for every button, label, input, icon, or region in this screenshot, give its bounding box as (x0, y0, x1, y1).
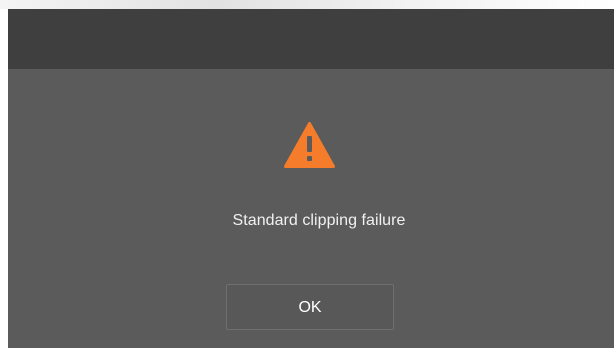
warning-icon (284, 122, 335, 168)
dialog-message: Standard clipping failure (232, 212, 406, 229)
ok-button[interactable]: OK (226, 284, 394, 330)
error-dialog: Standard clipping failure OK (8, 9, 614, 348)
background-window-strip (0, 0, 614, 9)
dialog-title-bar[interactable] (8, 9, 614, 69)
screen: Standard clipping failure OK (0, 0, 614, 348)
